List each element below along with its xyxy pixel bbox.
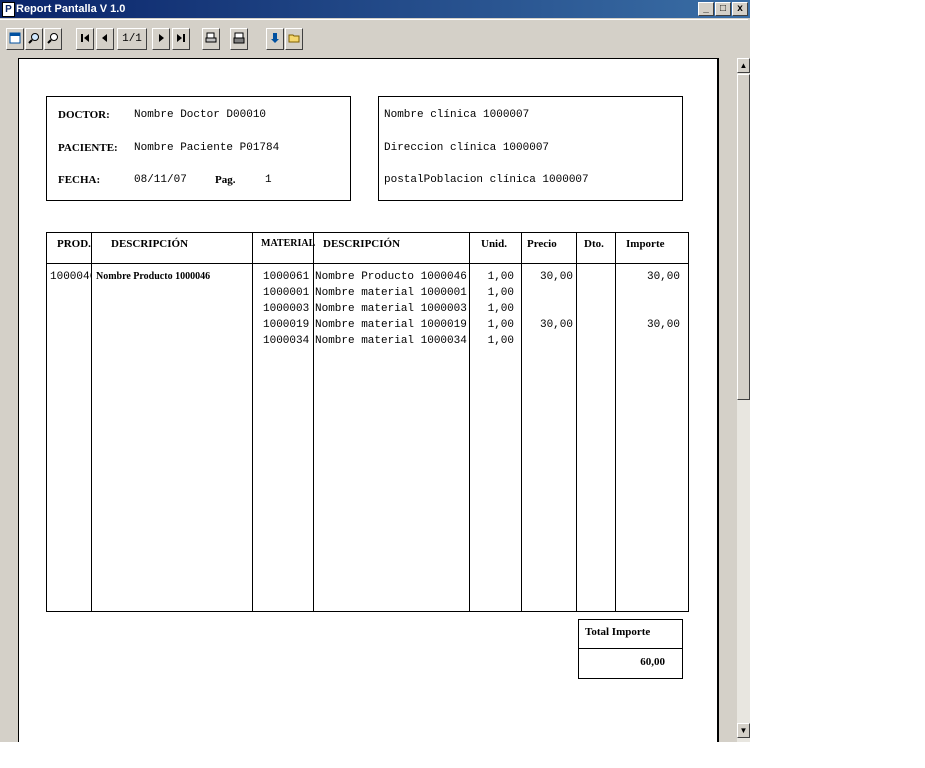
scroll-thumb[interactable] bbox=[737, 74, 750, 400]
print-button[interactable] bbox=[230, 28, 248, 50]
importe-value: 30,00 bbox=[646, 271, 680, 283]
paciente-value: Nombre Paciente P01784 bbox=[134, 142, 280, 154]
column-divider bbox=[252, 233, 253, 611]
unid-value: 1,00 bbox=[487, 287, 514, 299]
window-button[interactable] bbox=[6, 28, 24, 50]
print-setup-icon bbox=[205, 32, 217, 43]
first-page-icon bbox=[81, 34, 89, 42]
window-controls: _ □ x bbox=[697, 2, 748, 16]
prev-page-button[interactable] bbox=[96, 28, 114, 50]
fecha-label: FECHA: bbox=[58, 174, 101, 186]
material-description: Nombre material 1000001 bbox=[315, 287, 467, 299]
doctor-value: Nombre Doctor D00010 bbox=[134, 109, 267, 121]
material-description: Nombre Producto 1000046 bbox=[315, 271, 467, 283]
unid-value: 1,00 bbox=[487, 319, 514, 331]
vertical-scrollbar[interactable]: ▲ ▼ bbox=[737, 58, 750, 742]
unid-value: 1,00 bbox=[487, 335, 514, 347]
window-icon bbox=[9, 32, 21, 44]
close-button[interactable]: x bbox=[732, 2, 748, 16]
col-header-descripcion: DESCRIPCIÓN bbox=[111, 238, 189, 250]
doctor-info-box: DOCTOR: Nombre Doctor D00010 PACIENTE: N… bbox=[46, 96, 351, 201]
doctor-label: DOCTOR: bbox=[58, 109, 110, 121]
paciente-label: PACIENTE: bbox=[58, 142, 118, 154]
scroll-down-button[interactable]: ▼ bbox=[737, 723, 750, 738]
material-code: 1000019 bbox=[263, 319, 310, 331]
column-divider bbox=[91, 233, 92, 611]
material-code: 1000061 bbox=[263, 271, 310, 283]
column-divider bbox=[469, 233, 470, 611]
prev-page-icon bbox=[102, 34, 107, 42]
report-page: DOCTOR: Nombre Doctor D00010 PACIENTE: N… bbox=[18, 58, 719, 742]
clinic-name: Nombre clínica 1000007 bbox=[384, 109, 530, 121]
col-header-prod: PROD. bbox=[57, 238, 91, 250]
next-page-button[interactable] bbox=[152, 28, 170, 50]
print-icon bbox=[233, 32, 245, 44]
report-viewport[interactable]: DOCTOR: Nombre Doctor D00010 PACIENTE: N… bbox=[0, 58, 737, 742]
report-viewer-window: P Report Pantalla V 1.0 _ □ x 1/1 DOCTOR… bbox=[0, 0, 750, 742]
print-setup-button[interactable] bbox=[202, 28, 220, 50]
zoom-in-icon bbox=[28, 33, 39, 44]
header-divider bbox=[47, 263, 688, 264]
col-header-material: MATERIAL bbox=[261, 238, 316, 249]
pag-value: 1 bbox=[265, 174, 272, 186]
pag-label: Pag. bbox=[215, 174, 236, 186]
product-code: 1000046 bbox=[50, 271, 91, 283]
zoom-out-icon bbox=[47, 33, 58, 44]
col-header-descripcion-material: DESCRIPCIÓN bbox=[323, 238, 401, 250]
first-page-button[interactable] bbox=[76, 28, 94, 50]
next-page-icon bbox=[159, 34, 164, 42]
app-icon: P bbox=[2, 2, 15, 17]
precio-value: 30,00 bbox=[539, 319, 573, 331]
zoom-out-button[interactable] bbox=[44, 28, 62, 50]
export-icon bbox=[271, 33, 279, 43]
export-button[interactable] bbox=[266, 28, 284, 50]
column-divider bbox=[576, 233, 577, 611]
title-bar: P Report Pantalla V 1.0 _ □ x bbox=[0, 0, 750, 18]
last-page-icon bbox=[177, 34, 185, 42]
open-folder-button[interactable] bbox=[285, 28, 303, 50]
last-page-button[interactable] bbox=[172, 28, 190, 50]
open-folder-icon bbox=[288, 34, 300, 43]
material-code: 1000001 bbox=[263, 287, 310, 299]
clinic-postal: postalPoblacion clínica 1000007 bbox=[384, 174, 589, 186]
col-header-importe: Importe bbox=[626, 238, 665, 250]
toolbar: 1/1 bbox=[0, 19, 748, 59]
total-box: Total Importe 60,00 bbox=[578, 619, 683, 679]
material-code: 1000003 bbox=[263, 303, 310, 315]
detail-table: PROD. DESCRIPCIÓN MATERIAL DESCRIPCIÓN U… bbox=[46, 232, 689, 612]
total-value: 60,00 bbox=[640, 656, 665, 668]
scroll-up-button[interactable]: ▲ bbox=[737, 58, 750, 73]
material-description: Nombre material 1000003 bbox=[315, 303, 467, 315]
importe-value: 30,00 bbox=[646, 319, 680, 331]
col-header-dto: Dto. bbox=[584, 238, 604, 250]
zoom-in-button[interactable] bbox=[25, 28, 43, 50]
column-divider bbox=[521, 233, 522, 611]
material-code: 1000034 bbox=[263, 335, 310, 347]
total-divider bbox=[579, 648, 682, 649]
product-description: Nombre Producto 1000046 bbox=[96, 271, 211, 282]
maximize-button[interactable]: □ bbox=[715, 2, 731, 16]
col-header-unid: Unid. bbox=[481, 238, 507, 250]
minimize-button[interactable]: _ bbox=[698, 2, 714, 16]
col-header-precio: Precio bbox=[527, 238, 557, 250]
unid-value: 1,00 bbox=[487, 303, 514, 315]
page-indicator: 1/1 bbox=[117, 28, 147, 50]
material-description: Nombre material 1000019 bbox=[315, 319, 467, 331]
unid-value: 1,00 bbox=[487, 271, 514, 283]
window-title: Report Pantalla V 1.0 bbox=[16, 3, 126, 15]
clinic-address: Direccion clínica 1000007 bbox=[384, 142, 550, 154]
clinic-info-box: Nombre clínica 1000007 Direccion clínica… bbox=[378, 96, 683, 201]
fecha-value: 08/11/07 bbox=[134, 174, 187, 186]
material-description: Nombre material 1000034 bbox=[315, 335, 467, 347]
precio-value: 30,00 bbox=[539, 271, 573, 283]
column-divider bbox=[615, 233, 616, 611]
column-divider bbox=[313, 233, 314, 611]
total-label: Total Importe bbox=[585, 626, 651, 638]
